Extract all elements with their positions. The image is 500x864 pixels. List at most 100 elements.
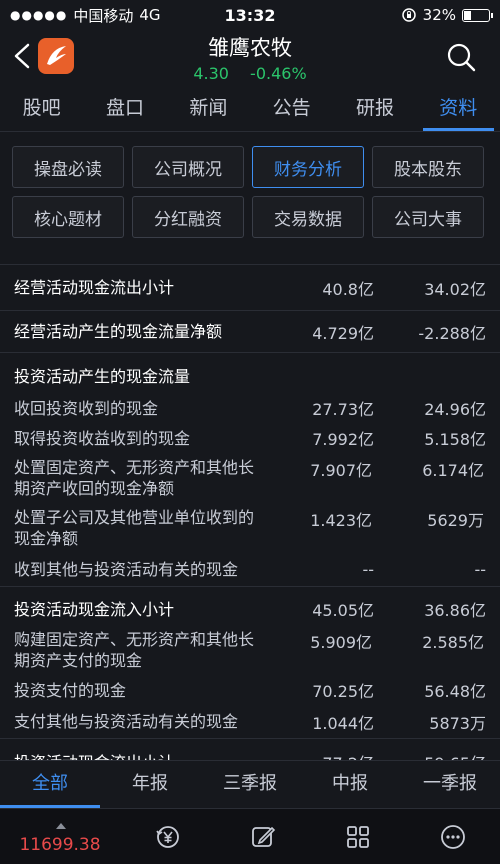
period-tab-q1[interactable]: 一季报 xyxy=(400,761,500,808)
stock-title: 雏鹰农牧 4.30 -0.46% xyxy=(0,32,500,83)
stock-change: -0.46% xyxy=(250,64,307,83)
row-value-1: 70.25亿 xyxy=(312,682,374,701)
cash-flow-table[interactable]: 经营活动现金流出小计 40.8亿 34.02亿 经营活动产生的现金流量净额 4.… xyxy=(0,264,500,760)
chip-company-events[interactable]: 公司大事 xyxy=(372,196,484,238)
row-value-1: 27.73亿 xyxy=(312,400,374,419)
row-value-2: 34.02亿 xyxy=(424,279,486,299)
search-icon[interactable] xyxy=(444,40,478,74)
bottom-icon-wrap xyxy=(310,822,405,852)
row-value-2: 24.96亿 xyxy=(424,400,486,419)
row-value-1: 7.907亿 xyxy=(310,461,372,480)
row-value-2: 36.86亿 xyxy=(424,601,486,620)
table-row: 购建固定资产、无形资产和其他长期资产支付的现金 5.909亿 2.585亿 xyxy=(0,627,500,675)
row-value-2: 2.585亿 xyxy=(422,633,484,652)
table-row: 经营活动产生的现金流量净额 4.729亿 -2.288亿 xyxy=(0,311,500,353)
table-row: 投资活动现金流入小计 45.05亿 36.86亿 xyxy=(0,587,500,627)
period-tab-q3[interactable]: 三季报 xyxy=(200,761,300,808)
row-label: 经营活动现金流出小计 xyxy=(14,278,175,297)
row-label: 投资支付的现金 xyxy=(14,680,127,700)
stock-price: 4.30 xyxy=(193,64,229,83)
table-row: 收到其他与投资活动有关的现金 -- -- xyxy=(0,553,500,587)
chip-trading-data[interactable]: 交易数据 xyxy=(252,196,364,238)
network-label: 4G xyxy=(139,6,161,24)
trade-yuan-icon[interactable] xyxy=(153,822,183,852)
row-value-1: 40.8亿 xyxy=(322,279,374,299)
table-row: 处置固定资产、无形资产和其他长期资产收回的现金净额 7.907亿 6.174亿 xyxy=(0,453,500,503)
battery-fill xyxy=(464,10,471,20)
row-label: 处置固定资产、无形资产和其他长期资产收回的现金净额 xyxy=(14,458,255,498)
row-label: 收到其他与投资活动有关的现金 xyxy=(14,560,239,579)
row-value-2: 5.158亿 xyxy=(424,430,486,449)
status-left: ●●●●● 中国移动 4G xyxy=(10,5,161,26)
chip-company-overview[interactable]: 公司概况 xyxy=(132,146,244,188)
rotation-lock-icon xyxy=(401,8,416,22)
table-row: 支付其他与投资活动有关的现金 1.044亿 5873万 xyxy=(0,705,500,739)
period-tab-interim[interactable]: 中报 xyxy=(300,761,400,808)
table-row: 投资支付的现金 70.25亿 56.48亿 xyxy=(0,675,500,705)
chip-financial-analysis[interactable]: 财务分析 xyxy=(252,146,364,188)
row-label: 投资活动现金流出小计 xyxy=(14,752,264,761)
period-tabs: 全部 年报 三季报 中报 一季报 xyxy=(0,760,500,808)
row-label: 经营活动产生的现金流量净额 xyxy=(14,322,223,341)
row-value-2: 56.48亿 xyxy=(424,682,486,701)
row-value-2: 5629万 xyxy=(427,511,484,530)
row-value-1: 1.044亿 xyxy=(312,713,374,733)
tab-guba[interactable]: 股吧 xyxy=(0,86,83,131)
row-value-2: -- xyxy=(474,560,486,579)
carrier-label: 中国移动 xyxy=(73,6,134,25)
status-bar: ●●●●● 中国移动 4G 13:32 32% xyxy=(0,0,500,30)
row-label: 处置子公司及其他营业单位收到的现金净额 xyxy=(14,508,255,548)
row-value-1: 45.05亿 xyxy=(312,601,374,620)
row-value-1: 1.423亿 xyxy=(310,511,372,530)
period-tab-all[interactable]: 全部 xyxy=(0,761,100,808)
table-row: 投资活动现金流出小计 77.2亿 59.65亿 xyxy=(0,739,500,761)
chip-core-themes[interactable]: 核心题材 xyxy=(12,196,124,238)
tab-announcements[interactable]: 公告 xyxy=(250,86,333,131)
row-value-1: 4.729亿 xyxy=(312,323,374,343)
table-row: 处置子公司及其他营业单位收到的现金净额 1.423亿 5629万 xyxy=(0,503,500,553)
chip-trading-essentials[interactable]: 操盘必读 xyxy=(12,146,124,188)
table-row: 经营活动现金流出小计 40.8亿 34.02亿 xyxy=(0,265,500,311)
header: 雏鹰农牧 4.30 -0.46% xyxy=(0,30,500,86)
edit-icon[interactable] xyxy=(248,822,278,852)
chip-dividends-financing[interactable]: 分红融资 xyxy=(132,196,244,238)
table-section-header: 投资活动产生的现金流量 xyxy=(0,353,500,393)
grid-icon[interactable] xyxy=(343,822,373,852)
row-value-2: -2.288亿 xyxy=(418,323,486,343)
row-value-2: 59.65亿 xyxy=(374,750,486,760)
bottom-icon-wrap xyxy=(120,822,215,852)
bottom-icon-wrap xyxy=(215,822,310,852)
row-label: 投资活动现金流入小计 xyxy=(14,599,175,619)
tab-profile[interactable]: 资料 xyxy=(417,86,500,131)
battery-percent: 32% xyxy=(422,6,456,24)
row-label: 购建固定资产、无形资产和其他长期资产支付的现金 xyxy=(14,630,255,670)
row-value-1: -- xyxy=(362,560,374,579)
table-row: 取得投资收益收到的现金 7.992亿 5.158亿 xyxy=(0,423,500,453)
tab-research[interactable]: 研报 xyxy=(333,86,416,131)
row-value-1: 77.2亿 xyxy=(264,750,374,760)
price-line: 4.30 -0.46% xyxy=(0,64,500,83)
row-label: 取得投资收益收到的现金 xyxy=(14,428,191,448)
bottom-toolbar: 11699.38 xyxy=(0,808,500,864)
tab-pankou[interactable]: 盘口 xyxy=(83,86,166,131)
battery-icon xyxy=(462,8,493,22)
row-value-1: 5.909亿 xyxy=(310,633,372,652)
tab-news[interactable]: 新闻 xyxy=(167,86,250,131)
signal-icon: ●●●●● xyxy=(10,8,68,22)
index-value[interactable]: 11699.38 xyxy=(0,819,120,855)
bottom-icon-wrap xyxy=(405,822,500,852)
row-value-2: 5873万 xyxy=(429,713,486,733)
more-icon[interactable] xyxy=(438,822,468,852)
row-label: 投资活动产生的现金流量 xyxy=(14,366,191,386)
main-tabs: 股吧 盘口 新闻 公告 研报 资料 xyxy=(0,86,500,132)
period-tab-annual[interactable]: 年报 xyxy=(100,761,200,808)
row-label: 支付其他与投资活动有关的现金 xyxy=(14,712,239,731)
chip-shareholders[interactable]: 股本股东 xyxy=(372,146,484,188)
section-chips: 操盘必读 公司概况 财务分析 股本股东 核心题材 分红融资 交易数据 公司大事 xyxy=(12,146,490,238)
row-value-2: 6.174亿 xyxy=(422,461,484,480)
table-row: 收回投资收到的现金 27.73亿 24.96亿 xyxy=(0,393,500,423)
stock-name: 雏鹰农牧 xyxy=(208,36,292,60)
row-value-1: 7.992亿 xyxy=(312,430,374,449)
row-label: 收回投资收到的现金 xyxy=(14,398,159,418)
status-right: 32% xyxy=(401,6,493,24)
